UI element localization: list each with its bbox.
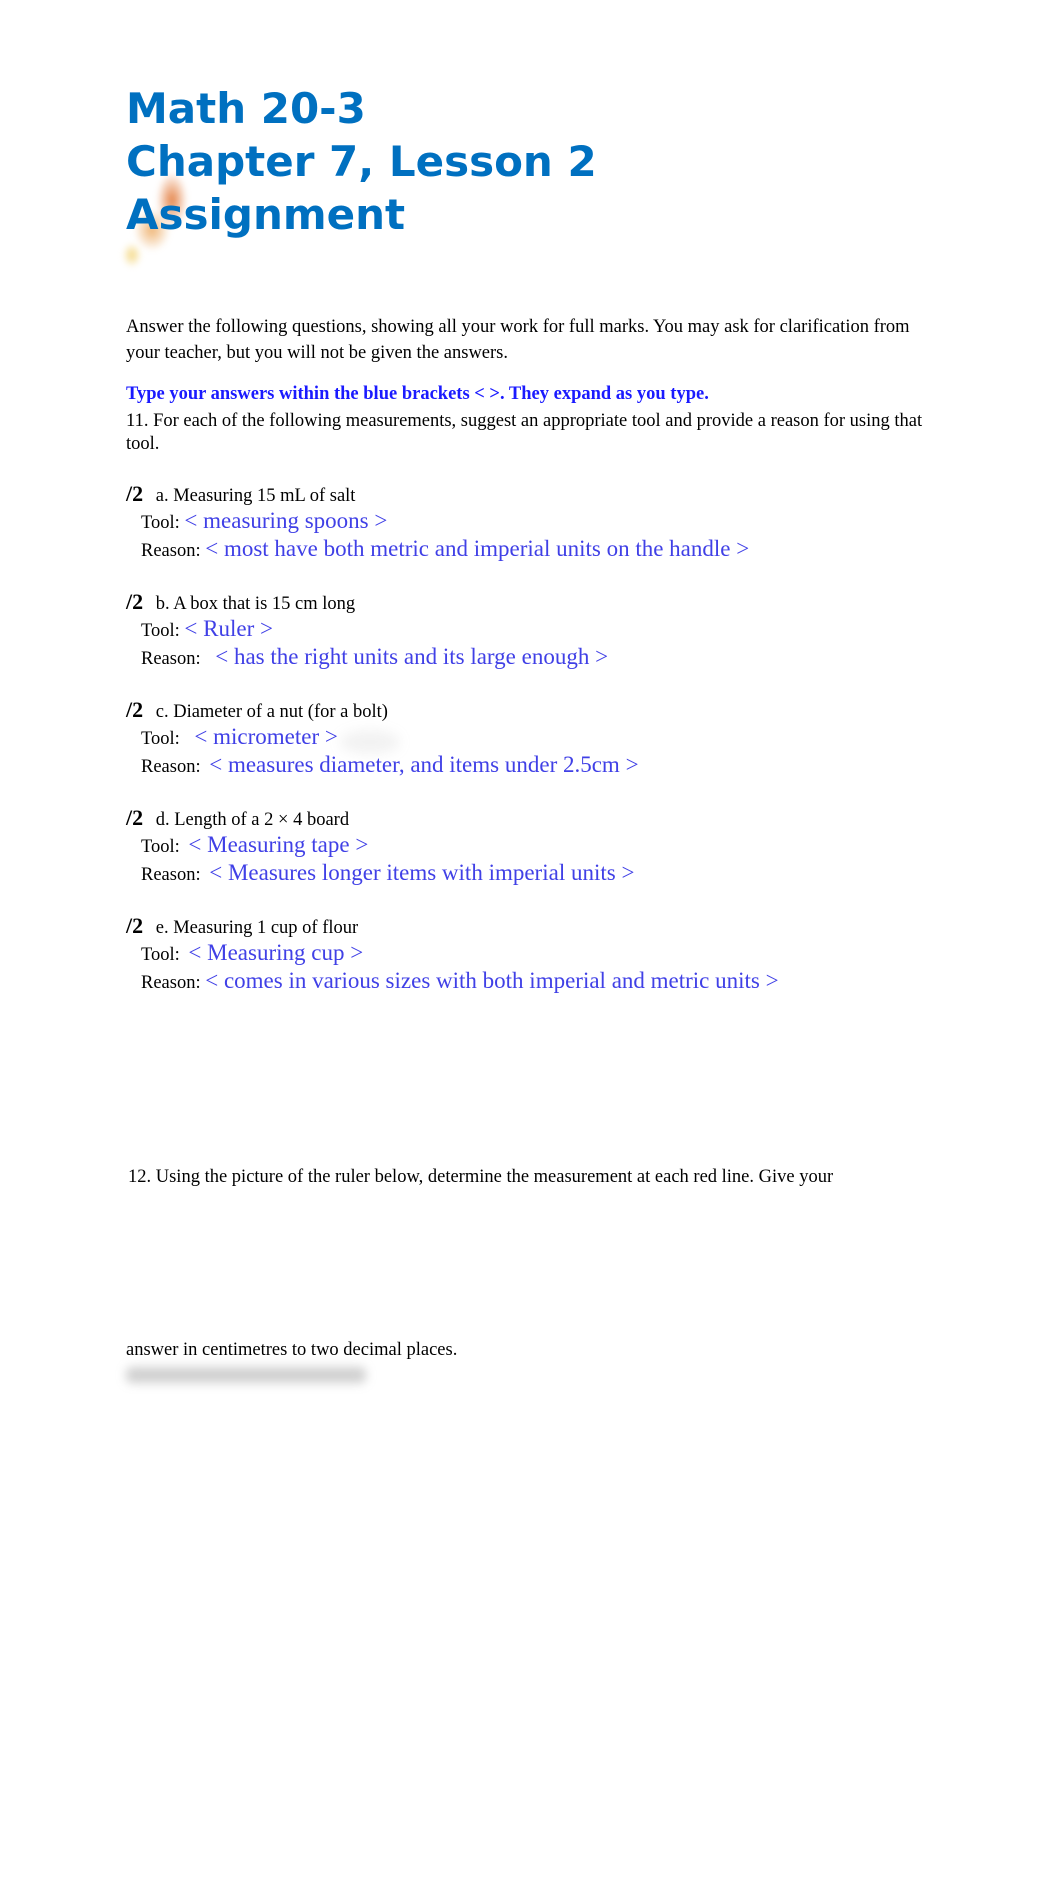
page-title: Math 20-3 Chapter 7, Lesson 2 Assignment bbox=[126, 82, 597, 241]
item-prompt: e. Measuring 1 cup of flour bbox=[155, 918, 359, 938]
title-line-assignment: Assignment bbox=[126, 190, 406, 239]
tool-answer-field[interactable]: < Measuring cup > bbox=[188, 940, 363, 965]
item-prompt: d. Length of a 2 × 4 board bbox=[155, 810, 350, 830]
tool-label: Tool: bbox=[141, 729, 180, 749]
question-12-prompt-line2: answer in centimetres to two decimal pla… bbox=[126, 1340, 458, 1360]
blurred-text bbox=[126, 1367, 366, 1383]
item-prompt: b. A box that is 15 cm long bbox=[155, 594, 356, 614]
tool-label: Tool: bbox=[141, 513, 180, 533]
question-11-prompt: 11. For each of the following measuremen… bbox=[126, 411, 923, 454]
reason-answer-field[interactable]: < has the right units and its large enou… bbox=[215, 644, 608, 669]
item-prompt: a. Measuring 15 mL of salt bbox=[155, 486, 356, 506]
item-prompt: c. Diameter of a nut (for a bolt) bbox=[155, 702, 388, 722]
tool-label: Tool: bbox=[141, 621, 180, 641]
tool-answer-field[interactable]: < measuring spoons > bbox=[184, 508, 387, 533]
reason-label: Reason: bbox=[141, 649, 201, 669]
smudge-artifact bbox=[340, 730, 400, 754]
tool-label: Tool: bbox=[141, 837, 180, 857]
reason-label: Reason: bbox=[141, 757, 201, 777]
reason-label: Reason: bbox=[141, 541, 201, 561]
question-item-a: /2 a. Measuring 15 mL of salt Tool: < me… bbox=[126, 481, 749, 563]
reason-answer-field[interactable]: < comes in various sizes with both imper… bbox=[205, 968, 778, 993]
reason-label: Reason: bbox=[141, 973, 201, 993]
tool-answer-field[interactable]: < Measuring tape > bbox=[188, 832, 368, 857]
reason-answer-field[interactable]: < measures diameter, and items under 2.5… bbox=[209, 752, 638, 777]
question-12-prompt-line1: 12. Using the picture of the ruler below… bbox=[128, 1167, 834, 1187]
marks-label: /2 bbox=[126, 589, 144, 614]
question-item-e: /2 e. Measuring 1 cup of flour Tool: < M… bbox=[126, 913, 779, 995]
marks-label: /2 bbox=[126, 481, 144, 506]
intro-text: Answer the following questions, showing … bbox=[126, 317, 910, 363]
question-item-d: /2 d. Length of a 2 × 4 board Tool: < Me… bbox=[126, 805, 634, 887]
reason-answer-field[interactable]: < most have both metric and imperial uni… bbox=[205, 536, 749, 561]
marks-label: /2 bbox=[126, 913, 144, 938]
document-page: Math 20-3 Chapter 7, Lesson 2 Assignment… bbox=[0, 0, 1062, 1880]
title-line-chapter: Chapter 7, Lesson 2 bbox=[126, 137, 597, 186]
question-item-b: /2 b. A box that is 15 cm long Tool: < R… bbox=[126, 589, 608, 671]
reason-answer-field[interactable]: < Measures longer items with imperial un… bbox=[209, 860, 634, 885]
reason-label: Reason: bbox=[141, 865, 201, 885]
tool-answer-field[interactable]: < Ruler > bbox=[184, 616, 273, 641]
tool-answer-field[interactable]: < micrometer > bbox=[194, 724, 337, 749]
instruction-text: Type your answers within the blue bracke… bbox=[126, 384, 709, 404]
marks-label: /2 bbox=[126, 805, 144, 830]
title-line-course: Math 20-3 bbox=[126, 84, 366, 133]
marks-label: /2 bbox=[126, 697, 144, 722]
tool-label: Tool: bbox=[141, 945, 180, 965]
